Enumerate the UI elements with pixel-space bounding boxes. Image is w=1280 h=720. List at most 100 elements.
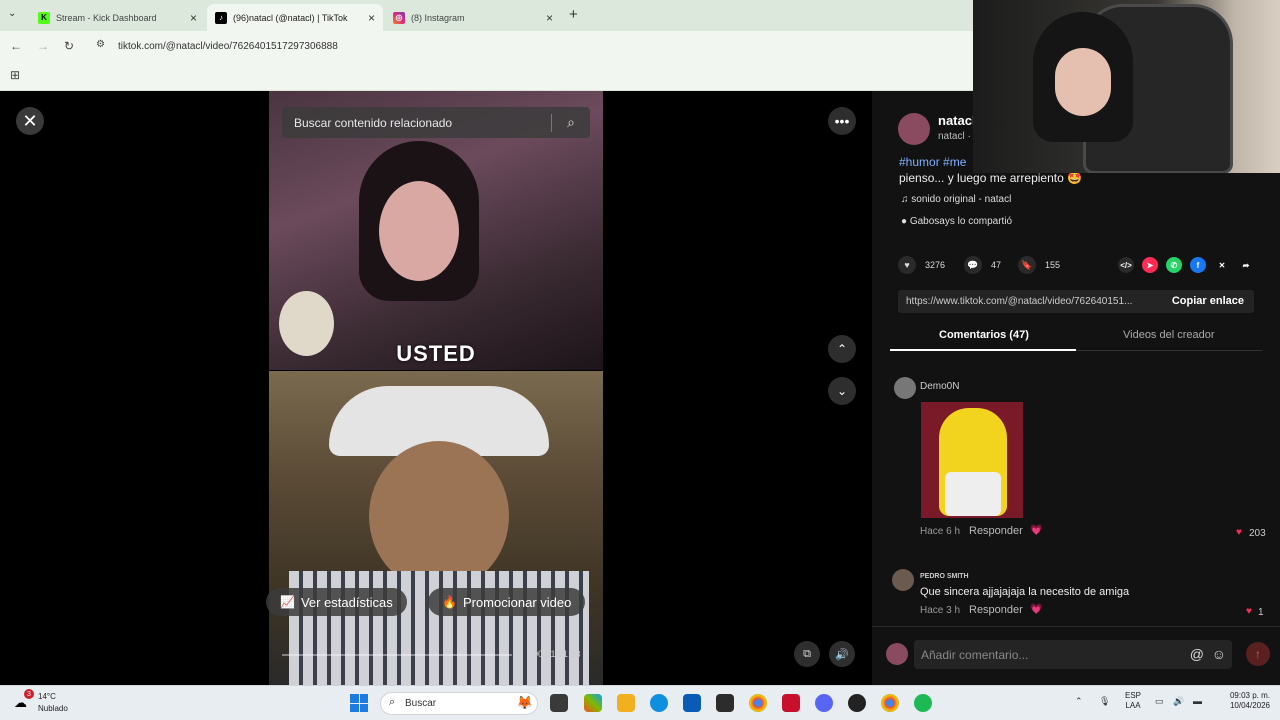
screen: ⌄ K Stream - Kick Dashboard × ♪ (96)nata… [0, 0, 1280, 720]
tab-creator-videos[interactable]: Videos del creador [1123, 329, 1215, 341]
comment-tabs: Comentarios (47) Videos del creador [890, 321, 1262, 351]
hashtags[interactable]: #humor #me [899, 155, 966, 169]
emoji-icon[interactable]: ☺ [1212, 646, 1226, 662]
url-field[interactable]: tiktok.com/@natacl/video/762640151729730… [118, 41, 338, 52]
comment-input[interactable]: Añadir comentario... @ ☺ [914, 640, 1232, 669]
send-comment-button[interactable]: ↑ [1246, 642, 1270, 666]
mention-icon[interactable]: @ [1190, 646, 1204, 662]
heart-icon[interactable]: ♥ [1236, 527, 1242, 538]
shared-by-line[interactable]: ● Gabosays lo compartió [901, 216, 1012, 227]
taskbar-search[interactable]: ⌕ Buscar 🦊 [380, 692, 538, 715]
promote-video-label: Promocionar video [462, 594, 572, 610]
new-tab-icon[interactable]: + [569, 6, 578, 23]
active-tab-indicator [890, 349, 1076, 351]
tab-close-icon[interactable]: × [190, 11, 197, 25]
author-name[interactable]: natacl [938, 113, 976, 128]
app-red-icon[interactable] [782, 694, 800, 712]
app-dark-icon[interactable] [848, 694, 866, 712]
microphone-icon[interactable]: 🎙 [1099, 696, 1110, 707]
heart-icon[interactable]: ♥ [1246, 606, 1252, 617]
floating-player-icon[interactable]: ⧉ [794, 641, 820, 667]
music-note-icon: ♫ [901, 194, 912, 205]
edge-icon[interactable] [650, 694, 668, 712]
tab-kick-dashboard[interactable]: K Stream - Kick Dashboard × [30, 4, 205, 31]
heart-icon: ♥ [898, 256, 916, 274]
spotify-icon[interactable] [914, 694, 932, 712]
streamer-face [379, 181, 459, 281]
file-explorer-icon[interactable] [617, 694, 635, 712]
copilot-icon[interactable] [584, 694, 602, 712]
facebook-icon[interactable]: f [1190, 257, 1206, 273]
promote-video-button[interactable]: 🔥 Promocionar video [428, 588, 586, 616]
previous-video-button[interactable]: ⌃ [828, 335, 856, 363]
like-button[interactable]: ♥ 3276 [898, 256, 945, 274]
weather-widget[interactable]: 14°C Nublado [38, 691, 68, 715]
author-avatar[interactable] [898, 113, 930, 145]
comment-placeholder: Añadir comentario... [921, 648, 1029, 662]
store-icon[interactable] [683, 694, 701, 712]
task-view-icon[interactable] [550, 694, 568, 712]
comment-button[interactable]: 💬 47 [964, 256, 1001, 274]
battery-icon[interactable]: ▬ [1193, 696, 1202, 706]
volume-icon[interactable]: 🔊 [1173, 696, 1184, 707]
comment-gif[interactable] [921, 402, 1023, 518]
streamer-face [1055, 48, 1111, 116]
obs-icon[interactable] [716, 694, 734, 712]
search-icon[interactable]: ⌕ [552, 114, 590, 131]
related-search-input[interactable]: Buscar contenido relacionado [294, 116, 551, 130]
shared-by-label: Gabosays lo compartió [909, 216, 1013, 227]
chrome-profile-icon[interactable] [881, 694, 899, 712]
search-icon: ⌕ [389, 696, 396, 708]
reply-button[interactable]: Responder [969, 604, 1023, 616]
view-stats-button[interactable]: 📈 Ver estadísticas [266, 588, 407, 616]
tab-tiktok[interactable]: ♪ (96)natacl (@natacl) | TikTok × [207, 4, 383, 31]
avatar[interactable] [894, 377, 916, 399]
clock[interactable]: 09:03 p. m. 10/04/2026 [1220, 691, 1270, 711]
creator-like-icon: 💗 [1030, 525, 1043, 536]
back-icon[interactable]: ← [10, 39, 22, 53]
network-icon[interactable]: ▭ [1155, 696, 1164, 707]
volume-icon[interactable]: 🔊 [829, 641, 855, 667]
kick-icon: K [38, 11, 50, 24]
tab-close-icon[interactable]: × [368, 11, 375, 25]
send-icon[interactable]: ➤ [1142, 257, 1158, 273]
next-video-button[interactable]: ⌄ [828, 377, 856, 405]
tab-comments[interactable]: Comentarios (47) [939, 329, 1029, 341]
comment-icon: 💬 [964, 256, 982, 274]
x-icon[interactable]: ✕ [1214, 257, 1230, 273]
video-sidebar: natacl natacl · #humor #me pienso... y l… [872, 91, 1280, 685]
more-options-button[interactable]: ••• [828, 107, 856, 135]
reload-icon[interactable]: ↻ [64, 39, 74, 53]
comment-time: Hace 6 h [920, 526, 961, 537]
music-line[interactable]: ♫ sonido original - natacl [901, 194, 1011, 205]
avatar[interactable] [892, 569, 914, 591]
save-button[interactable]: 🔖 155 [1018, 256, 1060, 274]
comment-username[interactable]: Demo0N [920, 381, 959, 392]
tray-chevron-icon[interactable]: ⌃ [1075, 696, 1083, 707]
apps-grid-icon[interactable]: ⊞ [10, 68, 20, 82]
related-search-bar[interactable]: Buscar contenido relacionado ⌕ [282, 107, 590, 138]
tab-list-chevron-icon[interactable]: ⌄ [8, 8, 16, 19]
reply-button[interactable]: Responder [969, 525, 1023, 537]
video-frame-bottom [269, 371, 603, 685]
share-arrow-icon[interactable]: ➦ [1238, 257, 1254, 273]
save-count: 155 [1045, 260, 1061, 270]
forward-icon[interactable]: → [37, 39, 49, 53]
embed-icon[interactable]: </> [1118, 257, 1134, 273]
share-link-url[interactable]: https://www.tiktok.com/@natacl/video/762… [906, 296, 1158, 307]
site-settings-icon[interactable]: ⚙ [96, 39, 105, 50]
tab-instagram[interactable]: ◎ (8) Instagram × [385, 4, 561, 31]
whatsapp-icon[interactable]: ✆ [1166, 257, 1182, 273]
close-video-button[interactable]: ✕ [16, 107, 44, 135]
copy-link-button[interactable]: Copiar enlace [1172, 295, 1244, 307]
add-comment-bar: Añadir comentario... @ ☺ ↑ [872, 626, 1280, 685]
comment-username[interactable]: PEDRO SMITH [920, 573, 969, 580]
chrome-icon[interactable] [749, 694, 767, 712]
creator-like-icon: 💗 [1030, 604, 1043, 615]
start-icon[interactable] [350, 694, 368, 712]
video-progress-bar[interactable] [282, 654, 512, 656]
discord-icon[interactable] [815, 694, 833, 712]
tab-close-icon[interactable]: × [546, 11, 553, 25]
tab-label: (96)natacl (@natacl) | TikTok [233, 12, 348, 23]
language-indicator[interactable]: ESP LAA [1125, 691, 1141, 711]
